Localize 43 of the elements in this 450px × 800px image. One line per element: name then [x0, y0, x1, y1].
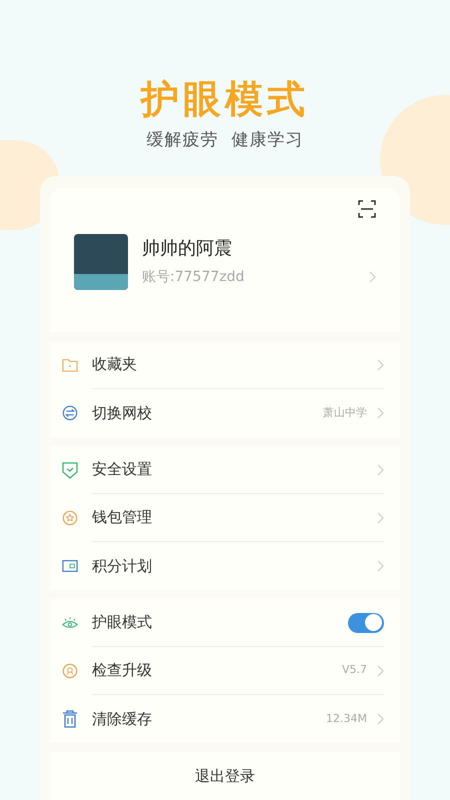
avatar-picture [74, 234, 128, 290]
row-label: 切换网校 [92, 402, 153, 424]
row-label: 钱包管理 [92, 507, 153, 528]
row-label: 收藏夹 [92, 354, 138, 376]
banner-title: 护眼模式 [141, 76, 309, 123]
row-label: 积分计划 [92, 556, 153, 577]
settings-row[interactable]: 安全设置 [50, 446, 400, 494]
chevron-right-icon [377, 358, 384, 370]
row-value: 12.34M [326, 710, 367, 727]
swap-icon [62, 404, 78, 422]
chevron-right-icon [377, 713, 384, 725]
eye-icon [62, 615, 78, 631]
shield-icon [62, 461, 78, 479]
settings-row[interactable]: 钱包管理 [50, 494, 400, 542]
chevron-right-icon [369, 271, 376, 283]
row-label: 检查升级 [92, 660, 153, 682]
chevron-right-icon [377, 407, 384, 419]
card-icon [62, 559, 78, 573]
row-value: V5.7 [342, 662, 367, 678]
row-value: 萧山中学 [323, 404, 367, 421]
chevron-right-icon [377, 512, 384, 524]
settings-row[interactable]: 切换网校 萧山中学 [50, 389, 400, 437]
account-id: 账号:77577zdd [142, 268, 244, 286]
toggle-switch[interactable] [348, 612, 384, 632]
settings-row[interactable]: 收藏夹 [50, 341, 400, 389]
logout-button[interactable]: 退出登录 [50, 752, 400, 800]
banner-subtitle: 缓解疲劳 健康学习 [146, 129, 304, 152]
user-name: 帅帅的阿震 [142, 236, 233, 260]
badge-circle-icon [62, 662, 78, 680]
trash-icon [62, 710, 78, 728]
settings-row[interactable]: 检查升级 V5.7 [50, 647, 400, 695]
settings-row[interactable]: 清除缓存 12.34M [50, 695, 400, 743]
scan-icon[interactable] [358, 200, 376, 218]
chevron-right-icon [377, 560, 384, 572]
row-label: 安全设置 [92, 459, 153, 480]
folder-icon [62, 357, 78, 373]
settings-row[interactable]: 积分计划 [50, 542, 400, 590]
chevron-right-icon [377, 464, 384, 476]
settings-row[interactable]: 护眼模式 [50, 599, 400, 647]
row-label: 清除缓存 [92, 708, 153, 730]
row-label: 护眼模式 [92, 612, 153, 634]
star-circle-icon [62, 509, 78, 527]
chevron-right-icon [377, 664, 384, 676]
